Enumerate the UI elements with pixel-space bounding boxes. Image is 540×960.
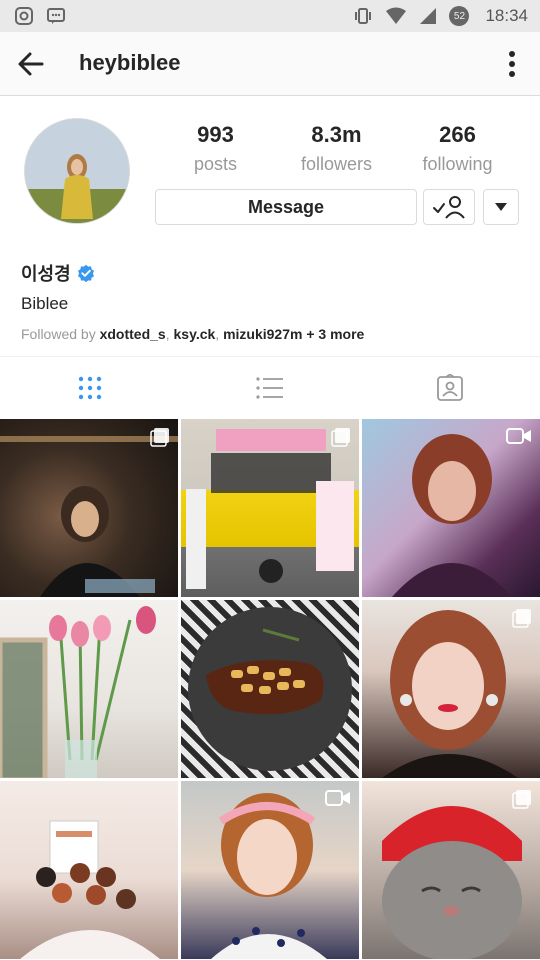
more-options-button[interactable]: [504, 50, 520, 78]
caret-down-icon: [495, 203, 507, 211]
posts-grid: [0, 419, 540, 960]
followed-by-user[interactable]: ksy.ck: [174, 326, 216, 342]
status-bar: 52 18:34: [0, 0, 540, 32]
stat-following[interactable]: 266 following: [398, 122, 518, 175]
verified-badge-icon: [77, 264, 94, 282]
tagged-person-icon: [437, 374, 463, 401]
wifi-icon: [385, 7, 407, 25]
carousel-icon: [512, 609, 531, 628]
tab-tagged[interactable]: [360, 357, 540, 419]
followers-label: followers: [300, 154, 373, 174]
followed-by-more[interactable]: + 3 more: [306, 326, 364, 342]
list-icon: [256, 377, 283, 399]
message-notification-icon: [46, 6, 66, 26]
post-thumbnail[interactable]: [0, 419, 178, 597]
status-time: 18:34: [485, 6, 528, 25]
battery-icon: 52: [449, 6, 470, 26]
post-thumbnail[interactable]: [181, 419, 359, 597]
post-thumbnail[interactable]: [181, 600, 359, 778]
following-button[interactable]: [423, 189, 475, 225]
suggested-dropdown-button[interactable]: [483, 189, 519, 225]
following-check-person-icon: [433, 196, 465, 219]
grid-icon: [78, 376, 102, 400]
tab-grid[interactable]: [0, 357, 180, 419]
profile-bio: 이성경 Biblee Followed by xdotted_s, ksy.ck…: [21, 260, 521, 342]
profile-stats: 993 posts 8.3m followers 266 following: [155, 122, 518, 175]
profile-avatar[interactable]: [24, 118, 130, 224]
posts-count: 993: [197, 122, 234, 147]
carousel-icon: [150, 428, 169, 447]
followed-by-user[interactable]: xdotted_s: [100, 326, 166, 342]
post-image: [0, 606, 156, 778]
post-thumbnail[interactable]: [181, 781, 359, 959]
stat-posts[interactable]: 993 posts: [156, 122, 276, 175]
arrow-left-icon: [18, 52, 44, 76]
post-thumbnail[interactable]: [362, 781, 540, 959]
video-icon: [506, 428, 531, 444]
carousel-icon: [331, 428, 350, 447]
post-image: [211, 793, 327, 959]
avatar-photo: [25, 119, 129, 223]
tab-list[interactable]: [180, 357, 360, 419]
carousel-icon: [512, 790, 531, 809]
back-button[interactable]: [16, 50, 46, 78]
post-image: [392, 434, 512, 597]
app-header: heybiblee: [0, 32, 540, 96]
profile-tabs: [0, 357, 540, 419]
stat-followers[interactable]: 8.3m followers: [277, 122, 397, 175]
profile-name: 이성경: [21, 264, 71, 284]
signal-icon: [419, 7, 437, 25]
followers-count: 8.3m: [311, 122, 362, 147]
followed-by-text[interactable]: Followed by xdotted_s, ksy.ck, mizuki927…: [21, 326, 521, 342]
vibrate-icon: [353, 6, 373, 26]
profile-subtitle: Biblee: [21, 294, 69, 313]
video-icon: [325, 790, 350, 806]
followed-by-prefix: Followed by: [21, 326, 96, 342]
status-bar-left: [14, 6, 66, 26]
profile-actions: Message: [155, 189, 519, 225]
post-thumbnail[interactable]: [0, 600, 178, 778]
post-image: [20, 820, 160, 959]
post-thumbnail[interactable]: [0, 781, 178, 959]
followed-by-user[interactable]: mizuki927m: [223, 326, 302, 342]
posts-label: posts: [193, 154, 238, 174]
instagram-notification-icon: [14, 6, 34, 26]
page-title: heybiblee: [79, 50, 181, 75]
message-button[interactable]: Message: [155, 189, 417, 225]
profile-name-row: 이성경: [21, 260, 521, 286]
following-label: following: [422, 154, 493, 174]
following-count: 266: [439, 122, 476, 147]
more-vertical-icon: [509, 51, 515, 77]
post-thumbnail[interactable]: [362, 600, 540, 778]
post-thumbnail[interactable]: [362, 419, 540, 597]
post-image: [188, 607, 352, 771]
status-bar-right: 52 18:34: [353, 6, 528, 26]
